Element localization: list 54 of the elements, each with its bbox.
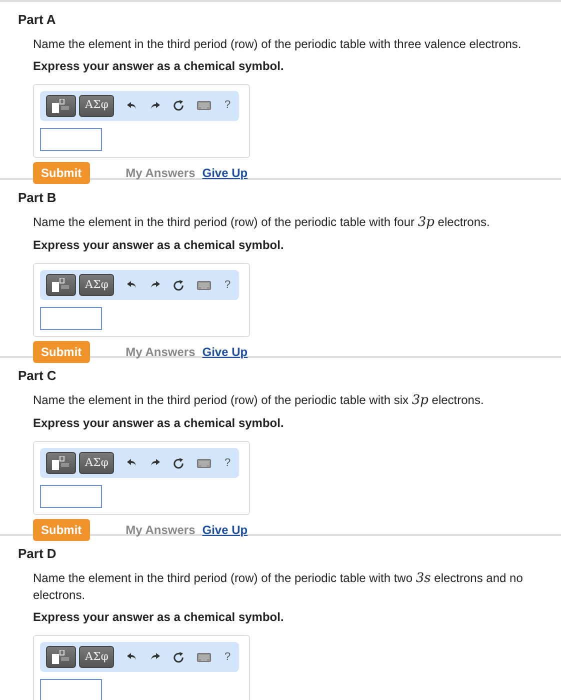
question-text: Name the element in the third period (row) of the periodic table with six 3p electrons. (33, 392, 485, 410)
question-text: Name the element in the third period (row) of the periodic table with four 3p electrons. (33, 214, 491, 232)
reset-icon[interactable] (173, 280, 184, 291)
symbols-button[interactable]: ΑΣφ (79, 452, 114, 474)
part-title: Part A (18, 11, 57, 29)
help-button[interactable]: ? (224, 454, 231, 472)
keyboard-icon[interactable] (197, 101, 212, 110)
template-button[interactable] (46, 94, 76, 117)
symbols-button[interactable]: ΑΣφ (79, 646, 114, 668)
answer-field[interactable] (40, 307, 102, 330)
reset-icon[interactable] (173, 100, 184, 112)
redo-icon[interactable] (150, 652, 160, 662)
template-icon (52, 456, 70, 470)
keyboard-icon[interactable] (197, 280, 212, 290)
help-button[interactable]: ? (224, 97, 231, 114)
symbols-button[interactable]: ΑΣφ (79, 94, 114, 117)
part-title: Part C (18, 367, 58, 385)
instruction-text: Express your answer as a chemical symbol. (33, 609, 285, 626)
redo-icon[interactable] (150, 280, 160, 290)
reset-icon[interactable] (173, 458, 184, 469)
my-answers-label: My Answers (126, 164, 196, 182)
undo-icon[interactable] (127, 652, 138, 662)
symbols-button[interactable]: ΑΣφ (79, 274, 114, 296)
question-text: Name the element in the third period (row) of the periodic table with three valence electrons. (33, 36, 522, 52)
my-answers-label: My Answers (126, 522, 196, 540)
redo-icon[interactable] (150, 100, 160, 111)
template-icon (52, 98, 70, 113)
template-button[interactable] (46, 452, 76, 474)
undo-icon[interactable] (127, 280, 138, 290)
part-title: Part B (18, 189, 58, 207)
reset-icon[interactable] (173, 652, 184, 663)
help-button[interactable]: ? (224, 276, 231, 294)
give-up-link[interactable]: Give Up (202, 521, 248, 540)
instruction-text: Express your answer as a chemical symbol. (33, 415, 285, 432)
help-button[interactable]: ? (224, 648, 231, 666)
template-icon (52, 650, 70, 664)
answer-field[interactable] (40, 128, 102, 151)
template-button[interactable] (46, 274, 76, 296)
template-button[interactable] (46, 646, 76, 668)
instruction-text: Express your answer as a chemical symbol. (33, 58, 285, 75)
give-up-link[interactable]: Give Up (202, 164, 248, 182)
redo-icon[interactable] (150, 458, 160, 468)
question-text: Name the element in the third period (row) of the periodic table with two 3s electrons and no electrons. (33, 570, 524, 604)
answer-field[interactable] (40, 485, 102, 508)
instruction-text: Express your answer as a chemical symbol. (33, 237, 285, 254)
template-icon (52, 278, 70, 292)
undo-icon[interactable] (127, 458, 138, 468)
give-up-link[interactable]: Give Up (202, 343, 248, 362)
part-title: Part D (18, 545, 58, 563)
undo-icon[interactable] (127, 100, 138, 111)
answer-field[interactable] (40, 679, 102, 700)
keyboard-icon[interactable] (197, 652, 212, 662)
my-answers-label: My Answers (126, 344, 196, 362)
keyboard-icon[interactable] (197, 458, 212, 468)
